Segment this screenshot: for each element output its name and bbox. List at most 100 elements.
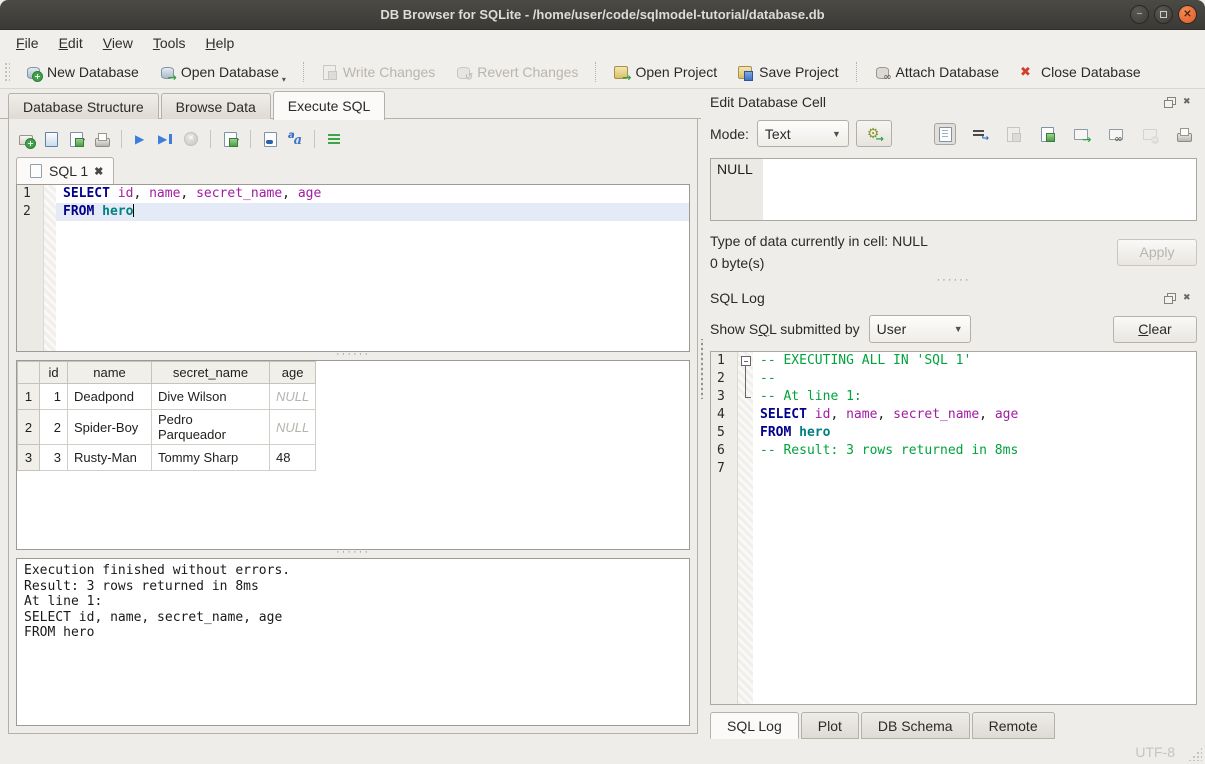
splitter-main-vertical[interactable] (699, 339, 705, 399)
line-number: 2 (17, 203, 44, 221)
results-grid[interactable]: idnamesecret_nameage11DeadpondDive Wilso… (16, 360, 690, 550)
cell-editor-body[interactable] (763, 159, 1196, 220)
attach-database-button[interactable]: Attach Database (864, 58, 1010, 86)
save-sql-file-button[interactable]: ▾ (68, 131, 85, 147)
open-database-dropdown-caret[interactable]: ▾ (282, 75, 286, 84)
line-number: 1 (17, 185, 44, 203)
cell-secret_name[interactable]: Tommy Sharp (152, 445, 270, 471)
print-sql-button[interactable] (94, 131, 110, 147)
column-header-id[interactable]: id (40, 362, 68, 384)
menu-view[interactable]: View (93, 30, 143, 56)
execute-all-button[interactable] (133, 131, 149, 147)
open-in-external-icon (1073, 126, 1089, 142)
sql-log-filter-select[interactable]: User ▼ (869, 315, 971, 343)
cell-name[interactable]: Spider-Boy (68, 410, 152, 445)
close-icon: ✕ (1183, 9, 1191, 20)
cell-mode-select[interactable]: Text ▼ (757, 120, 849, 147)
cell-age[interactable]: 48 (270, 445, 316, 471)
edit-cell-close-button[interactable] (1181, 95, 1197, 109)
menu-help[interactable]: Help (196, 30, 245, 56)
close-button[interactable]: ✕ (1178, 5, 1197, 24)
tab-browse-data[interactable]: Browse Data (161, 93, 271, 119)
word-wrap-button[interactable] (326, 131, 342, 147)
cell-id[interactable]: 2 (40, 410, 68, 445)
attach-database-label: Attach Database (896, 64, 1000, 80)
row-header[interactable]: 1 (18, 384, 40, 410)
cell-age[interactable]: NULL (270, 410, 316, 445)
attach-database-icon (874, 64, 890, 80)
auto-switch-mode-button[interactable] (856, 120, 892, 147)
maximize-button[interactable] (1154, 5, 1173, 24)
fold-marker (738, 370, 753, 388)
app-window: DB Browser for SQLite - /home/user/code/… (0, 0, 1205, 764)
sql-code-editor[interactable]: 1SELECT id, name, secret_name, age2FROM … (16, 184, 690, 352)
stop-execution-button[interactable] (183, 131, 199, 147)
save-project-button[interactable]: Save Project (727, 58, 848, 86)
sql-log-close-button[interactable] (1181, 291, 1197, 305)
tab-execute-sql[interactable]: Execute SQL (273, 91, 386, 120)
toolbar-drag-handle[interactable] (4, 62, 10, 82)
splitter-results-status[interactable] (16, 550, 690, 558)
close-tab-icon[interactable]: ✖ (94, 165, 103, 178)
apply-button[interactable]: Apply (1117, 239, 1197, 266)
cell-value-editor[interactable]: NULL (710, 158, 1197, 221)
export-data-button[interactable] (1036, 123, 1058, 145)
table-row: 22Spider-BoyPedro ParqueadorNULL (18, 410, 316, 445)
close-database-button[interactable]: Close Database (1009, 58, 1151, 86)
open-sql-file-button[interactable] (43, 131, 59, 147)
titlebar[interactable]: DB Browser for SQLite - /home/user/code/… (0, 0, 1205, 30)
resize-grip[interactable] (1188, 747, 1202, 761)
copy-link-button[interactable] (1105, 123, 1127, 145)
sql-log-float-button[interactable] (1162, 291, 1178, 305)
auto-complete-button[interactable] (287, 131, 303, 147)
word-wrap-button[interactable] (968, 123, 990, 145)
set-null-button[interactable] (1139, 123, 1161, 145)
cell-name[interactable]: Deadpond (68, 384, 152, 410)
maximize-icon (1160, 11, 1167, 18)
edit-cell-float-button[interactable] (1162, 95, 1178, 109)
dock-tab-db-schema[interactable]: DB Schema (861, 712, 970, 739)
sql-log-viewer[interactable]: 1-- EXECUTING ALL IN 'SQL 1'2--3-- At li… (710, 351, 1197, 705)
cell-id[interactable]: 3 (40, 445, 68, 471)
edit-cell-dock-header: Edit Database Cell (708, 91, 1199, 113)
column-header-secret_name[interactable]: secret_name (152, 362, 270, 384)
text-mode-button[interactable] (934, 123, 956, 145)
menu-tools[interactable]: Tools (143, 30, 196, 56)
cell-secret_name[interactable]: Dive Wilson (152, 384, 270, 410)
cell-secret_name[interactable]: Pedro Parqueador (152, 410, 270, 445)
cell-name[interactable]: Rusty-Man (68, 445, 152, 471)
grid-corner-cell[interactable] (18, 362, 40, 384)
minimize-button[interactable]: − (1130, 5, 1149, 24)
write-changes-button[interactable]: Write Changes (311, 58, 445, 86)
revert-changes-button[interactable]: Revert Changes (445, 58, 588, 86)
open-project-button[interactable]: Open Project (603, 58, 727, 86)
cell-age[interactable]: NULL (270, 384, 316, 410)
splitter-docks[interactable] (708, 274, 1199, 287)
column-header-age[interactable]: age (270, 362, 316, 384)
dock-tab-sql-log[interactable]: SQL Log (710, 712, 799, 739)
dock-tab-remote[interactable]: Remote (972, 712, 1055, 739)
find-replace-button[interactable] (262, 131, 278, 147)
cell-editor-icons (934, 123, 1197, 145)
sql-log-line-text: -- Result: 3 rows returned in 8ms (753, 442, 1196, 460)
open-in-external-button[interactable] (1070, 123, 1092, 145)
new-database-button[interactable]: New Database (15, 58, 149, 86)
print-cell-button[interactable] (1173, 123, 1195, 145)
dock-tab-plot[interactable]: Plot (801, 712, 859, 739)
clear-log-button[interactable]: Clear (1113, 316, 1197, 343)
execute-current-line-button[interactable] (158, 131, 174, 147)
row-header[interactable]: 3 (18, 445, 40, 471)
import-data-button[interactable] (1002, 123, 1024, 145)
menu-file[interactable]: File (6, 30, 49, 56)
tab-database-structure[interactable]: Database Structure (8, 93, 159, 119)
row-header[interactable]: 2 (18, 410, 40, 445)
fold-marker[interactable] (738, 352, 753, 370)
save-results-button[interactable]: ▾ (222, 131, 239, 147)
menu-edit[interactable]: Edit (49, 30, 93, 56)
new-sql-tab-button[interactable] (18, 131, 34, 147)
splitter-editor-results[interactable] (16, 352, 690, 360)
column-header-name[interactable]: name (68, 362, 152, 384)
open-database-button[interactable]: Open Database▾ (149, 58, 296, 86)
cell-id[interactable]: 1 (40, 384, 68, 410)
sql-document-tab[interactable]: SQL 1 ✖ (16, 157, 114, 184)
